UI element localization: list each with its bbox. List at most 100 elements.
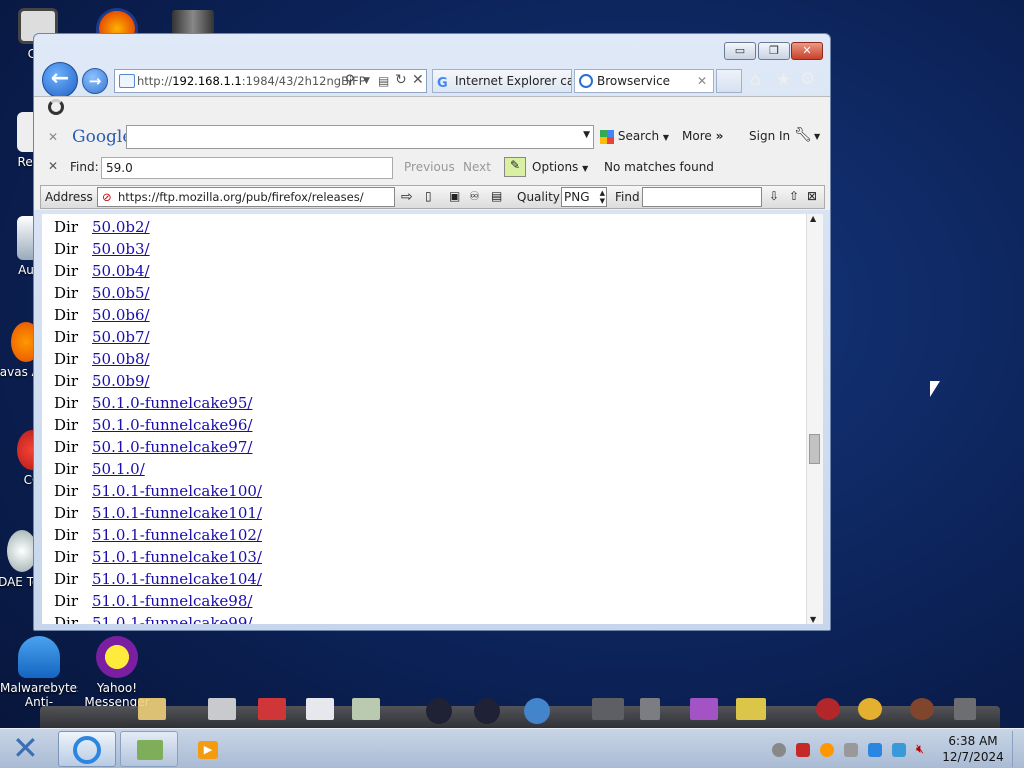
camera-icon[interactable] — [474, 698, 500, 724]
directory-link[interactable]: 51.0.1-funnelcake99/ — [92, 614, 252, 624]
find-close-icon[interactable]: ⊠ — [807, 189, 817, 203]
find-previous-button[interactable]: Previous — [404, 160, 455, 174]
tab-browservice[interactable]: Browservice ✕ — [574, 69, 714, 93]
directory-link[interactable]: 50.0b3/ — [92, 240, 150, 258]
network-tray-icon[interactable] — [892, 743, 906, 757]
show-desktop-button[interactable] — [1012, 731, 1022, 767]
directory-link[interactable]: 50.1.0-funnelcake97/ — [92, 438, 252, 456]
close-tab-icon[interactable]: ✕ — [697, 70, 707, 92]
bug-icon[interactable] — [816, 698, 840, 720]
directory-link[interactable]: 51.0.1-funnelcake100/ — [92, 482, 262, 500]
calc-icon[interactable] — [640, 698, 660, 720]
search-icon[interactable]: ⚲ — [345, 70, 355, 92]
smiley-icon[interactable] — [858, 698, 882, 720]
scrollbar-thumb[interactable] — [809, 434, 820, 464]
close-button[interactable]: ✕ — [791, 42, 823, 60]
browservice-url-input[interactable]: ⊘ https://ftp.mozilla.org/pub/firefox/re… — [97, 187, 395, 207]
clipboard-icon[interactable]: ▤ — [491, 189, 502, 203]
taskbar-media-button[interactable]: ▶ — [192, 731, 224, 767]
cloud-tray-icon[interactable] — [868, 743, 882, 757]
notes-icon[interactable] — [736, 698, 766, 720]
directory-link[interactable]: 50.0b6/ — [92, 306, 150, 324]
game-icon[interactable] — [910, 698, 934, 720]
highlight-icon[interactable]: ✎ — [504, 157, 526, 177]
wrench-icon[interactable]: 🔧︎ — [794, 127, 812, 143]
tab-internet-explorer[interactable]: G Internet Explorer ca... — [432, 69, 572, 93]
photos-icon[interactable] — [352, 698, 380, 720]
directory-link[interactable]: 51.0.1-funnelcake101/ — [92, 504, 262, 522]
google-toolbar-close-icon[interactable]: ✕ — [48, 130, 58, 144]
minimize-button[interactable]: ▭ — [724, 42, 756, 60]
directory-link[interactable]: 51.0.1-funnelcake102/ — [92, 526, 262, 544]
directory-link[interactable]: 50.0b5/ — [92, 284, 150, 302]
directory-link[interactable]: 50.0b8/ — [92, 350, 150, 368]
directory-link[interactable]: 51.0.1-funnelcake104/ — [92, 570, 262, 588]
go-arrow-icon[interactable]: ⇨ — [401, 189, 413, 205]
avast-tray-icon[interactable] — [820, 743, 834, 757]
listing-row: Dir 50.1.0-funnelcake96/ — [54, 414, 252, 436]
directory-link[interactable]: 50.0b9/ — [92, 372, 150, 390]
device-tray-icon[interactable] — [844, 743, 858, 757]
start-button[interactable]: ✕ — [6, 729, 48, 767]
mail-icon[interactable] — [258, 698, 286, 720]
directory-link[interactable]: 50.0b7/ — [92, 328, 150, 346]
find-next-button[interactable]: Next — [463, 160, 491, 174]
directory-link[interactable]: 50.0b4/ — [92, 262, 150, 280]
compat-view-icon[interactable]: ▤ — [378, 70, 389, 92]
paint-icon[interactable] — [690, 698, 718, 720]
new-tab-button[interactable] — [716, 69, 742, 93]
clock[interactable]: 6:38 AM 12/7/2024 — [938, 733, 1008, 765]
restore-button[interactable]: ❐ — [758, 42, 790, 60]
archive-icon[interactable] — [172, 10, 214, 34]
browservice-url: https://ftp.mozilla.org/pub/firefox/rele… — [118, 190, 364, 204]
directory-link[interactable]: 50.1.0-funnelcake96/ — [92, 416, 252, 434]
youtube-icon[interactable] — [306, 698, 334, 720]
find-input[interactable]: 59.0 — [101, 157, 393, 179]
google-search-input[interactable]: ▼ — [126, 125, 594, 149]
quality-select[interactable]: PNG ▲ ▼ — [561, 187, 607, 207]
trash-icon[interactable] — [954, 698, 976, 720]
address-bar[interactable]: http://192.168.1.1:1984/43/2h12ngBiFP ⚲ … — [114, 69, 427, 93]
globe-icon[interactable] — [426, 698, 452, 724]
earth-icon[interactable] — [524, 698, 550, 724]
binoculars-icon[interactable]: ♾ — [469, 189, 480, 203]
refresh-icon[interactable]: ↻ — [395, 69, 407, 91]
settings-gear-icon[interactable]: ⚙ — [800, 69, 815, 89]
volume-muted-icon[interactable]: 🔇︎ — [916, 743, 930, 757]
find-options-button[interactable]: Options ▼ — [532, 160, 588, 174]
favorites-star-icon[interactable]: ★ — [776, 70, 791, 90]
find-up-icon[interactable]: ⇧ — [789, 189, 799, 203]
dropdown-arrow-icon[interactable]: ▼ — [363, 70, 370, 92]
google-signin-button[interactable]: Sign In — [749, 129, 790, 143]
folder-icon[interactable] — [138, 698, 166, 720]
scroll-up-icon[interactable]: ▲ — [810, 214, 816, 223]
stop-icon[interactable]: ✕ — [412, 69, 424, 91]
desktop-icon-malwarebytes[interactable]: Malwarebytes Anti-Malware — [0, 636, 78, 710]
chat-tray-icon[interactable] — [772, 743, 786, 757]
taskbar-explorer-button[interactable] — [120, 731, 178, 767]
home-icon[interactable]: ⌂ — [750, 70, 761, 90]
image-icon[interactable]: ▣ — [449, 189, 460, 203]
vertical-scrollbar[interactable]: ▲ ▼ — [806, 214, 823, 624]
find-down-icon[interactable]: ⇩ — [769, 189, 779, 203]
monitor-icon[interactable] — [592, 698, 624, 720]
google-more-button[interactable]: More » — [682, 129, 723, 143]
directory-link[interactable]: 50.1.0-funnelcake95/ — [92, 394, 252, 412]
directory-link[interactable]: 50.1.0/ — [92, 460, 145, 478]
taskbar-ie-button[interactable] — [58, 731, 116, 767]
chevron-down-icon[interactable]: ▼ — [583, 130, 590, 140]
store-icon[interactable] — [208, 698, 236, 720]
directory-link[interactable]: 50.0b2/ — [92, 218, 150, 236]
security-tray-icon[interactable] — [796, 743, 810, 757]
scroll-down-icon[interactable]: ▼ — [810, 615, 816, 624]
directory-link[interactable]: 51.0.1-funnelcake98/ — [92, 592, 252, 610]
firefox-icon[interactable] — [96, 8, 138, 34]
directory-link[interactable]: 51.0.1-funnelcake103/ — [92, 548, 262, 566]
google-search-button[interactable]: Search ▼ — [600, 129, 669, 147]
find-bar-close-icon[interactable]: ✕ — [48, 159, 58, 173]
forward-button[interactable]: → — [82, 68, 108, 94]
bookmark-icon[interactable]: ▯ — [425, 189, 432, 203]
back-button[interactable]: ← — [42, 62, 78, 98]
chevron-down-icon[interactable]: ▼ — [814, 132, 820, 141]
browservice-find-input[interactable] — [642, 187, 762, 207]
